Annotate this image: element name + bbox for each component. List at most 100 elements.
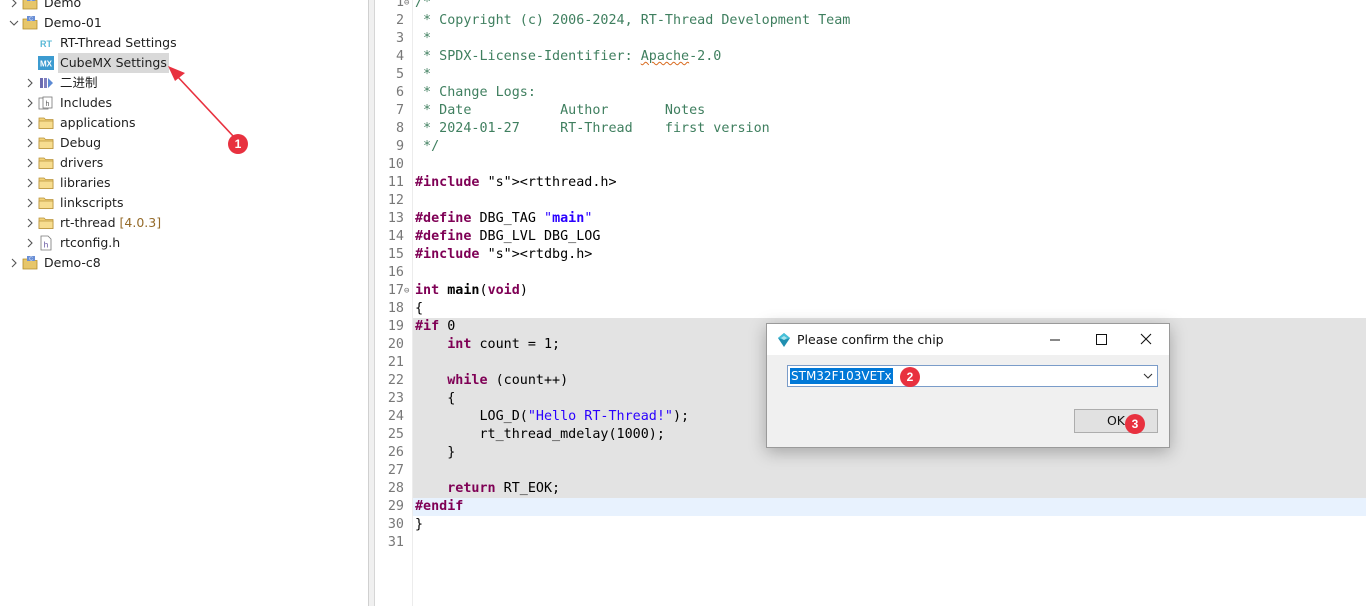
code-line[interactable]: * xyxy=(415,66,431,84)
tree-item-includes[interactable]: h Includes xyxy=(0,93,368,113)
svg-text:h: h xyxy=(46,101,50,108)
line-number: 28 xyxy=(387,481,404,496)
line-number: 30 xyxy=(387,517,404,532)
line-number: 2 xyxy=(395,13,404,28)
chevron-right-icon[interactable] xyxy=(25,113,35,133)
project-icon: C xyxy=(22,255,38,271)
folder-icon xyxy=(38,115,54,131)
inactive-code-highlight xyxy=(413,462,1366,480)
tree-item-demo-c8[interactable]: C Demo-c8 xyxy=(0,253,368,273)
code-line[interactable]: * Date Author Notes xyxy=(415,102,705,120)
ok-button[interactable]: OK xyxy=(1074,409,1158,433)
maximize-button[interactable] xyxy=(1078,324,1124,355)
chip-select-value: STM32F103VETx xyxy=(790,368,893,384)
minimize-icon xyxy=(1050,339,1060,341)
tree-item-cubemx-settings[interactable]: MX CubeMX Settings xyxy=(0,53,368,73)
code-line[interactable]: int main(void) xyxy=(415,282,528,300)
minimize-button[interactable] xyxy=(1032,324,1078,355)
code-line[interactable]: */ xyxy=(415,138,439,156)
code-line[interactable]: while (count++) xyxy=(415,372,568,390)
tree-item-label: Demo-c8 xyxy=(44,255,101,270)
code-line[interactable]: #define DBG_TAG "main" xyxy=(415,210,592,228)
folder-icon xyxy=(38,195,54,211)
tree-item-binaries[interactable]: 二进制 xyxy=(0,73,368,93)
code-line[interactable]: #if 0 xyxy=(415,318,455,336)
chevron-right-icon[interactable] xyxy=(25,193,35,213)
tree-item-libraries[interactable]: libraries xyxy=(0,173,368,193)
binaries-icon xyxy=(38,75,54,91)
line-number: 23 xyxy=(387,391,404,406)
code-line[interactable]: * Change Logs: xyxy=(415,84,536,102)
chevron-right-icon[interactable] xyxy=(25,73,35,93)
code-line[interactable]: #endif xyxy=(415,498,463,516)
tree-item-demo-01[interactable]: C Demo-01 xyxy=(0,13,368,33)
tree-item-rtconfig-h[interactable]: h rtconfig.h xyxy=(0,233,368,253)
chevron-right-icon[interactable] xyxy=(25,233,35,253)
tree-item-applications[interactable]: applications xyxy=(0,113,368,133)
chip-select[interactable]: STM32F103VETx xyxy=(787,365,1158,387)
tree-item-rt-thread-settings[interactable]: RT RT-Thread Settings xyxy=(0,33,368,53)
code-line[interactable]: LOG_D("Hello RT-Thread!"); xyxy=(415,408,689,426)
chevron-down-icon[interactable] xyxy=(1143,372,1153,380)
line-number: 7 xyxy=(395,103,404,118)
line-number: 19 xyxy=(387,319,404,334)
chevron-right-icon[interactable] xyxy=(9,0,19,13)
tree-item-label: libraries xyxy=(60,175,111,190)
svg-text:C: C xyxy=(29,257,33,263)
cubemx-icon: MX xyxy=(38,55,54,71)
fold-toggle-icon[interactable]: ⊖ xyxy=(404,282,412,300)
line-number: 3 xyxy=(395,31,404,46)
code-line[interactable]: int count = 1; xyxy=(415,336,560,354)
chevron-right-icon[interactable] xyxy=(25,133,35,153)
chevron-right-icon[interactable] xyxy=(25,173,35,193)
current-line-highlight xyxy=(413,498,1366,516)
project-icon: C xyxy=(22,0,38,11)
tree-item-linkscripts[interactable]: linkscripts xyxy=(0,193,368,213)
tree-item-drivers[interactable]: drivers xyxy=(0,153,368,173)
tree-item-label: Includes xyxy=(60,95,113,110)
code-line[interactable]: { xyxy=(415,300,423,318)
line-number-ruler: 1 ⊖ 2 3 4 5 6 7 8 9 10 11 12 13 14 15 16 17 ⊖ 18 19 20 21 22 23 2… xyxy=(375,0,413,606)
code-line[interactable]: } xyxy=(415,444,455,462)
code-line[interactable]: * Copyright (c) 2006-2024, RT-Thread Dev… xyxy=(415,12,850,30)
line-number: 25 xyxy=(387,427,404,442)
tree-item-label: drivers xyxy=(60,155,104,170)
code-line[interactable]: /* xyxy=(415,0,431,12)
chevron-right-icon[interactable] xyxy=(25,153,35,173)
code-editor[interactable]: 1 ⊖ 2 3 4 5 6 7 8 9 10 11 12 13 14 15 16 17 ⊖ 18 19 20 21 22 23 2… xyxy=(375,0,1366,606)
tree-item-label: CubeMX Settings xyxy=(58,53,169,73)
svg-text:C: C xyxy=(29,0,33,3)
tree-item-debug[interactable]: Debug xyxy=(0,133,368,153)
tree-item-label: applications xyxy=(60,115,136,130)
code-line[interactable]: #define DBG_LVL DBG_LOG xyxy=(415,228,600,246)
fold-toggle-icon[interactable]: ⊖ xyxy=(404,0,412,12)
tree-item-demo[interactable]: C Demo xyxy=(0,0,368,13)
line-number: 10 xyxy=(387,157,404,172)
code-line[interactable]: { xyxy=(415,390,455,408)
code-line[interactable]: * xyxy=(415,30,431,48)
folder-icon xyxy=(38,155,54,171)
project-icon: C xyxy=(22,15,38,31)
line-number: 12 xyxy=(387,193,404,208)
chevron-down-icon[interactable] xyxy=(9,13,19,33)
tree-item-label: rt-thread [4.0.3] xyxy=(60,215,162,230)
dialog-titlebar[interactable]: Please confirm the chip xyxy=(767,324,1169,355)
chevron-right-icon[interactable] xyxy=(25,93,35,113)
code-line[interactable]: #include "s"><rtdbg.h> xyxy=(415,246,592,264)
line-number: 16 xyxy=(387,265,404,280)
close-button[interactable] xyxy=(1123,324,1169,355)
confirm-chip-dialog: Please confirm the chip STM32F103VETx OK xyxy=(766,323,1170,448)
cubemx-app-icon xyxy=(778,333,790,347)
code-line[interactable]: return RT_EOK; xyxy=(415,480,560,498)
chevron-right-icon[interactable] xyxy=(9,253,19,273)
folder-icon xyxy=(38,175,54,191)
chevron-right-icon[interactable] xyxy=(25,213,35,233)
code-line[interactable]: rt_thread_mdelay(1000); xyxy=(415,426,664,444)
code-line[interactable]: * 2024-01-27 RT-Thread first version xyxy=(415,120,770,138)
code-line[interactable]: * SPDX-License-Identifier: Apache-2.0 xyxy=(415,48,721,66)
code-line[interactable]: } xyxy=(415,516,423,534)
annotation-badge-1: 1 xyxy=(228,134,248,154)
line-number: 1 xyxy=(395,0,404,10)
code-line[interactable]: #include "s"><rtthread.h> xyxy=(415,174,617,192)
tree-item-rt-thread[interactable]: rt-thread [4.0.3] xyxy=(0,213,368,233)
